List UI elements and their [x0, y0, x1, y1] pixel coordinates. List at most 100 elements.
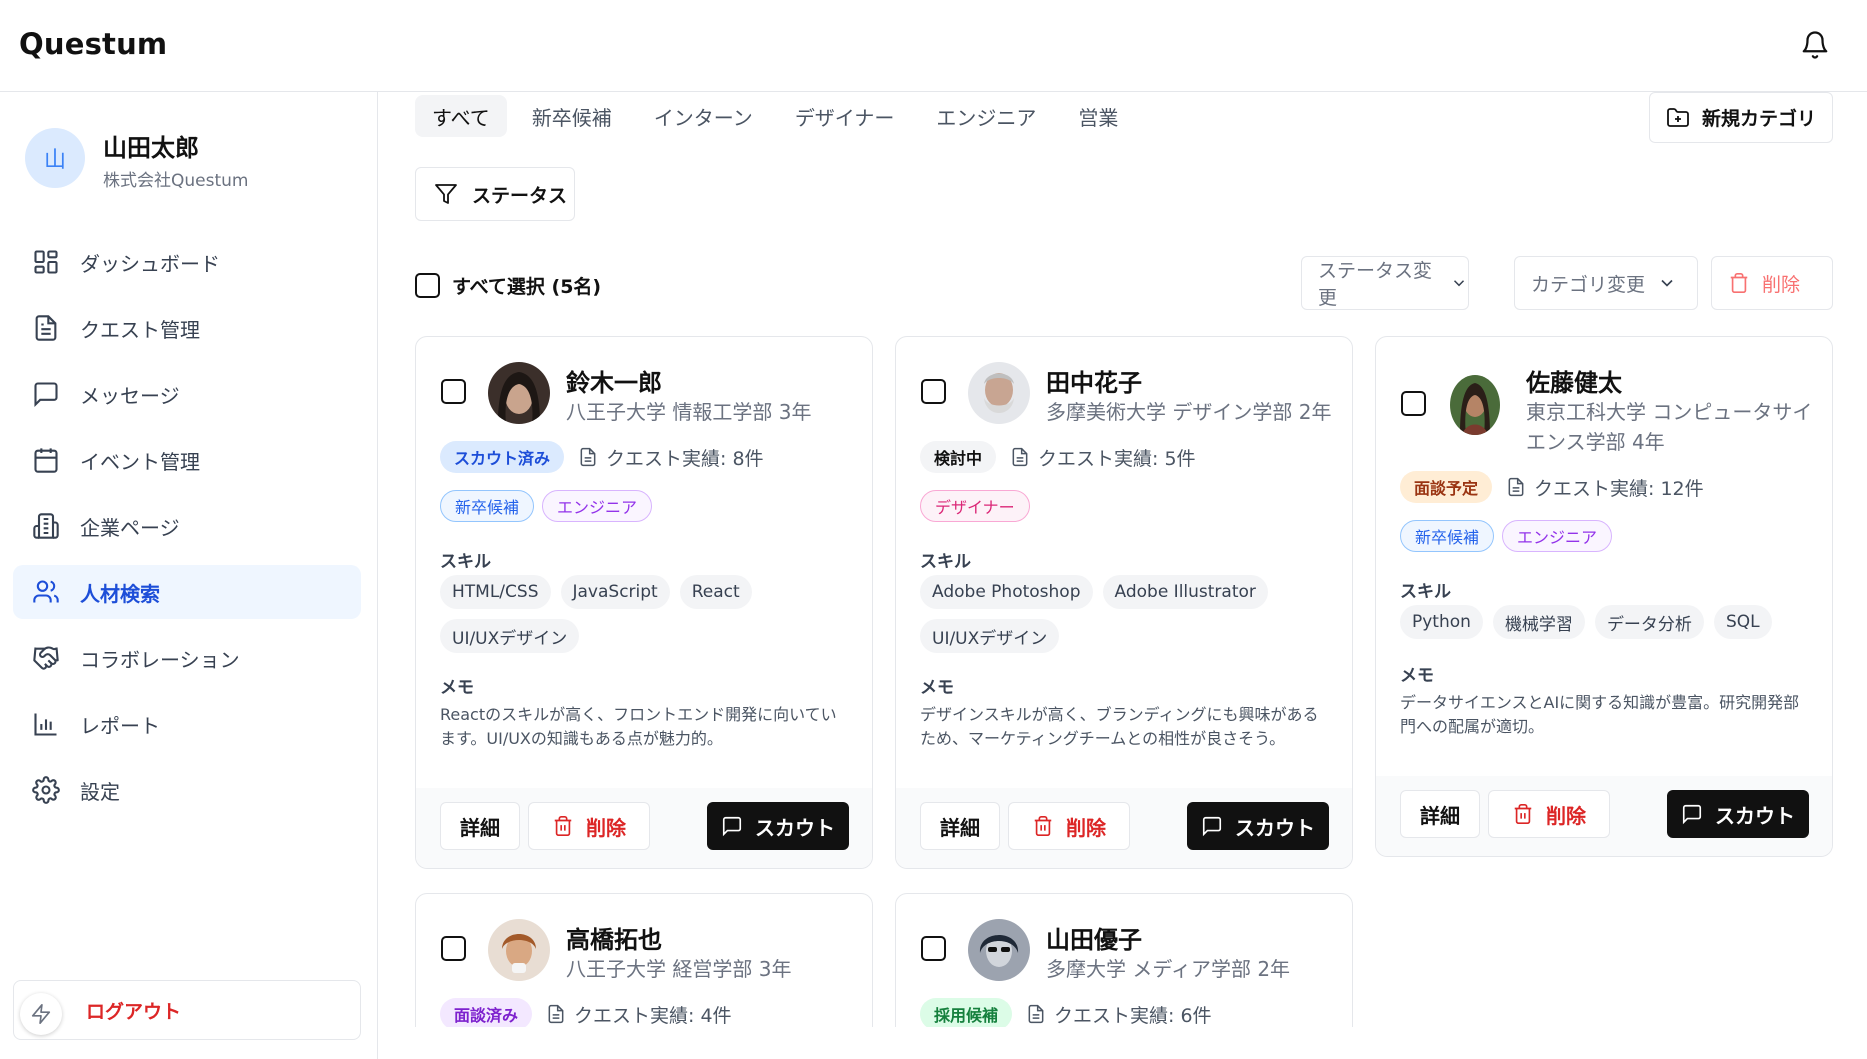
- sidebar-item-reports[interactable]: レポート: [13, 697, 361, 751]
- detail-button[interactable]: 詳細: [1400, 790, 1480, 838]
- filter-icon: [435, 184, 457, 204]
- status-badge: スカウト済み: [440, 441, 565, 473]
- sidebar-item-talent-search[interactable]: 人材検索: [13, 565, 361, 619]
- skills-list: HTML/CSS JavaScript React UI/UXデザイン: [440, 575, 860, 653]
- chevron-down-icon: [1453, 280, 1465, 287]
- sidebar-nav: ダッシュボード クエスト管理 メッセージ イベント管理 企業ページ 人材検索 コ…: [13, 235, 361, 829]
- skill-chip: SQL: [1713, 605, 1772, 639]
- candidate-photo: [488, 362, 550, 424]
- quest-count: クエスト実績: 8件: [578, 444, 764, 471]
- sidebar-item-label: 人材検索: [80, 581, 160, 606]
- tab-new-grad[interactable]: 新卒候補: [515, 95, 629, 137]
- status-change-label: ステータス変更: [1318, 260, 1433, 309]
- tab-engineer[interactable]: エンジニア: [919, 95, 1053, 137]
- candidate-name: 佐藤健太: [1526, 369, 1622, 397]
- candidate-checkbox[interactable]: [1401, 391, 1426, 416]
- candidate-checkbox[interactable]: [921, 379, 946, 404]
- candidate-school: 東京工科大学 コンピュータサイエンス学部 4年: [1526, 400, 1813, 454]
- scout-button[interactable]: スカウト: [707, 802, 849, 850]
- scout-button[interactable]: スカウト: [1667, 790, 1809, 838]
- category-tag: エンジニア: [1502, 520, 1613, 552]
- skill-chip: UI/UXデザイン: [920, 619, 1060, 653]
- candidate-checkbox[interactable]: [441, 379, 466, 404]
- handshake-icon: [33, 646, 59, 670]
- bolt-icon: [20, 993, 62, 1035]
- status-badge: 面談予定: [1400, 471, 1493, 503]
- memo-text: データサイエンスとAIに関する知識が豊富。研究開発部門への配属が適切。: [1400, 693, 1800, 736]
- sidebar-item-dashboard[interactable]: ダッシュボード: [13, 235, 361, 289]
- logout-button[interactable]: ログアウト: [13, 980, 361, 1040]
- candidate-school: 多摩美術大学 デザイン学部 2年: [1046, 400, 1332, 424]
- select-all-checkbox[interactable]: [415, 273, 440, 298]
- candidate-checkbox[interactable]: [921, 936, 946, 961]
- scout-button[interactable]: スカウト: [1187, 802, 1329, 850]
- category-change-label: カテゴリ変更: [1531, 273, 1646, 296]
- delete-label: 削除: [1546, 803, 1586, 828]
- users-icon: [33, 580, 59, 603]
- skills-label: スキル: [920, 552, 971, 572]
- bar-chart-icon: [34, 713, 57, 736]
- skill-chip: JavaScript: [560, 575, 670, 609]
- candidate-card: 田中花子 多摩美術大学 デザイン学部 2年 検討中 クエスト実績: 5件 デザイ…: [895, 336, 1353, 869]
- scout-label: スカウト: [1235, 815, 1315, 840]
- skills-label: スキル: [440, 552, 491, 572]
- delete-button[interactable]: 削除: [1488, 790, 1610, 838]
- sidebar-item-quests[interactable]: クエスト管理: [13, 301, 361, 355]
- bell-icon[interactable]: [1800, 30, 1830, 60]
- status-badge: 検討中: [920, 441, 997, 473]
- tab-all[interactable]: すべて: [415, 95, 507, 137]
- quest-count-label: クエスト実績: 12件: [1534, 477, 1704, 500]
- skill-chip: UI/UXデザイン: [440, 619, 580, 653]
- candidate-school: 八王子大学 経営学部 3年: [566, 957, 792, 981]
- category-change-dropdown[interactable]: カテゴリ変更: [1514, 256, 1698, 310]
- skill-chip: Adobe Illustrator: [1102, 575, 1268, 609]
- status-badge: 採用候補: [920, 998, 1013, 1027]
- bulk-delete-button[interactable]: 削除: [1711, 256, 1833, 310]
- sidebar-item-company-page[interactable]: 企業ページ: [13, 499, 361, 553]
- document-icon: [35, 315, 57, 341]
- candidate-photo: [1450, 375, 1500, 435]
- candidate-name: 高橋拓也: [566, 926, 662, 954]
- candidate-card: 鈴木一郎 八王子大学 情報工学部 3年 スカウト済み クエスト実績: 8件 新卒…: [415, 336, 873, 869]
- new-category-button[interactable]: 新規カテゴリ: [1649, 92, 1833, 143]
- gear-icon: [32, 776, 60, 804]
- tab-intern[interactable]: インターン: [637, 95, 770, 137]
- quest-count: クエスト実績: 6件: [1026, 1001, 1212, 1028]
- bulk-delete-label: 削除: [1762, 273, 1801, 296]
- candidate-card: 佐藤健太 東京工科大学 コンピュータサイエンス学部 4年 面談予定 クエスト実績…: [1375, 336, 1833, 857]
- detail-button[interactable]: 詳細: [440, 802, 520, 850]
- card-actions: 詳細 削除 スカウト: [416, 788, 872, 868]
- detail-button[interactable]: 詳細: [920, 802, 1000, 850]
- logout-label: ログアウト: [86, 1000, 182, 1023]
- trash-icon: [1034, 816, 1052, 836]
- trash-icon: [1514, 804, 1532, 824]
- quest-count-label: クエスト実績: 4件: [574, 1004, 732, 1027]
- document-icon: [1028, 1004, 1044, 1024]
- tab-designer[interactable]: デザイナー: [778, 95, 912, 137]
- sidebar-item-events[interactable]: イベント管理: [13, 433, 361, 487]
- category-tag: 新卒候補: [1400, 520, 1495, 552]
- candidate-photo: [968, 362, 1030, 424]
- select-all[interactable]: すべて選択 (5名): [415, 272, 601, 299]
- message-icon: [722, 816, 742, 837]
- sidebar-item-settings[interactable]: 設定: [13, 763, 361, 817]
- skill-chip: データ分析: [1594, 605, 1704, 639]
- sidebar-item-collaboration[interactable]: コラボレーション: [13, 631, 361, 685]
- delete-button[interactable]: 削除: [1008, 802, 1130, 850]
- status-row: スカウト済み クエスト実績: 8件: [440, 441, 764, 473]
- category-tag: デザイナー: [920, 490, 1030, 522]
- candidate-checkbox[interactable]: [441, 936, 466, 961]
- tab-sales[interactable]: 営業: [1061, 95, 1135, 137]
- app-logo[interactable]: Questum: [19, 27, 167, 61]
- message-icon: [34, 382, 58, 408]
- calendar-icon: [34, 448, 58, 473]
- sidebar-item-messages[interactable]: メッセージ: [13, 367, 361, 421]
- skill-chip: 機械学習: [1492, 605, 1585, 639]
- candidate-school: 多摩大学 メディア学部 2年: [1046, 957, 1291, 981]
- skills-list: Python 機械学習 データ分析 SQL: [1400, 605, 1820, 639]
- category-tags: 新卒候補 エンジニア: [440, 490, 653, 522]
- status-change-dropdown[interactable]: ステータス変更: [1301, 256, 1469, 310]
- quest-count-label: クエスト実績: 6件: [1054, 1004, 1212, 1027]
- status-filter-button[interactable]: ステータス: [415, 167, 575, 221]
- delete-button[interactable]: 削除: [528, 802, 650, 850]
